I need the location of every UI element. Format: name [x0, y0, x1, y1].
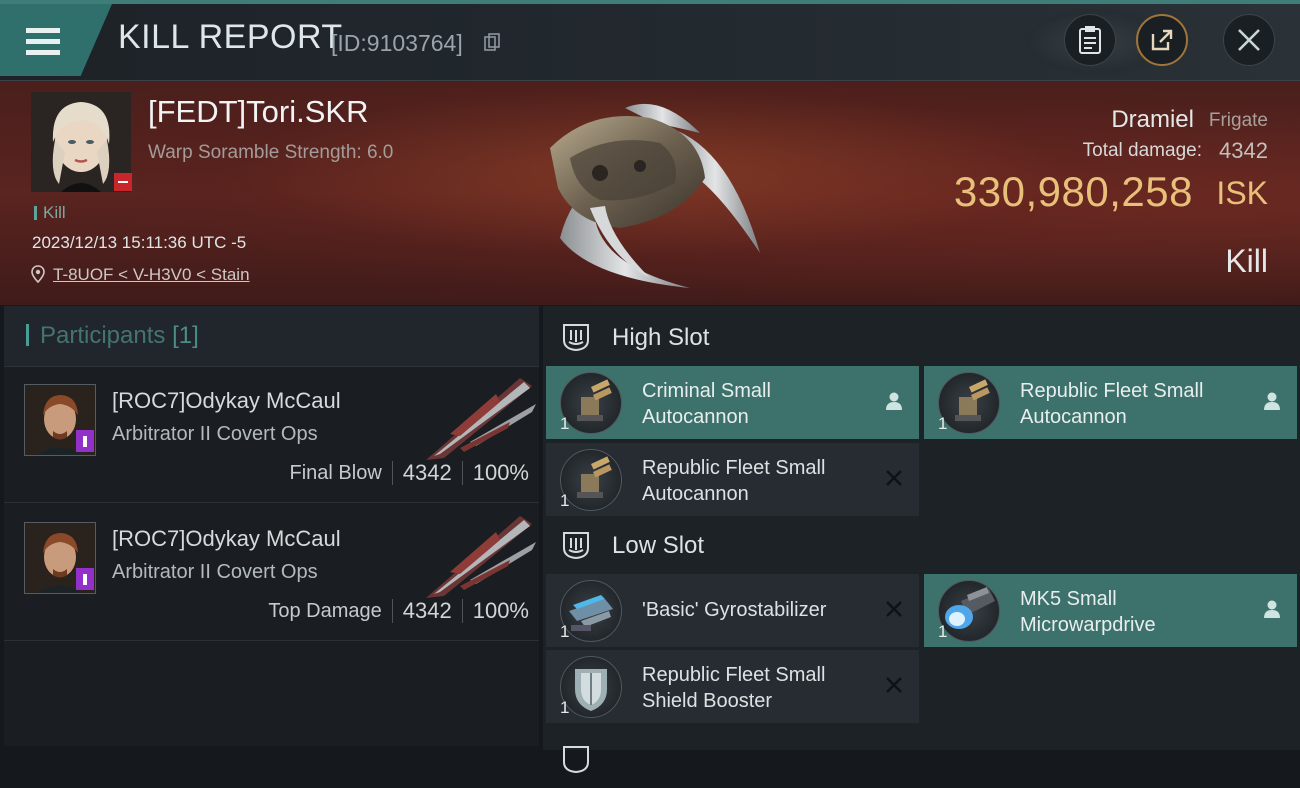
module-slot[interactable]: 1 Republic Fleet Small Autocannon [924, 366, 1297, 439]
module-quantity: 1 [560, 698, 570, 717]
hostile-badge [114, 173, 132, 191]
copy-icon[interactable] [484, 33, 500, 51]
participant-label: Final Blow [289, 461, 382, 484]
hamburger-icon [26, 28, 60, 56]
module-quantity: 1 [938, 622, 948, 641]
destroyed-x-icon [886, 470, 902, 486]
victim-ship-name[interactable]: Dramiel [1111, 106, 1194, 134]
participants-header-bar [26, 324, 29, 346]
mid-slot-header [543, 730, 1300, 788]
page-title: KILL REPORT [118, 18, 343, 56]
faction-badge [76, 568, 94, 590]
location-pin-icon [31, 265, 45, 283]
destroyed-x-icon [886, 677, 902, 693]
share-icon [1151, 29, 1173, 51]
module-quantity: 1 [560, 491, 570, 510]
kill-location-link[interactable]: T-8UOF < V-H3V0 < Stain [53, 265, 250, 285]
participant-stats: Top Damage 4342 100% [268, 598, 529, 624]
participants-panel: Participants [1] [ROC7]Odykay McCaul Arb… [4, 306, 539, 746]
kill-id: [ID:9103764] [331, 30, 463, 56]
fitting-panel: High Slot 1 Criminal Small Autocannon 1 … [543, 306, 1300, 774]
isk-unit: ISK [1216, 175, 1268, 211]
participant-ship-image [426, 378, 536, 460]
menu-button[interactable] [0, 4, 112, 76]
high-slot-header: High Slot [543, 308, 1300, 366]
module-name: Republic Fleet Small Autocannon [642, 455, 872, 507]
kill-tag: Kill [34, 203, 66, 223]
stat-divider [461, 599, 463, 623]
module-name-line2: Autocannon [642, 483, 749, 505]
module-quantity: 1 [560, 414, 570, 433]
participant-percent: 100% [472, 598, 529, 623]
module-slot[interactable]: 1 Criminal Small Autocannon [546, 366, 919, 439]
victim-ship-image[interactable] [530, 88, 780, 293]
isk-value: 330,980,258 [953, 168, 1193, 215]
participants-header: Participants [1] [4, 306, 539, 367]
participant-ship-image [426, 516, 536, 598]
victim-name[interactable]: [FEDT]Tori.SKR [148, 94, 368, 130]
module-name-line1: MK5 Small [1020, 588, 1117, 610]
mid-slot-icon [563, 746, 589, 774]
close-button[interactable] [1223, 14, 1275, 66]
low-slot-header: Low Slot [543, 516, 1300, 574]
module-name: Republic Fleet Small Autocannon [1020, 378, 1250, 430]
module-slot[interactable]: 1 Republic Fleet Small Autocannon [546, 443, 919, 516]
participants-count: [1] [172, 322, 199, 349]
dropped-person-icon [1264, 600, 1280, 618]
participant-name[interactable]: [ROC7]Odykay McCaul [112, 388, 341, 414]
participant-damage: 4342 [402, 460, 452, 485]
warp-scramble-strength: Warp Soramble Strength: 6.0 [148, 142, 394, 163]
participant-row[interactable]: [ROC7]Odykay McCaul Arbitrator II Covert… [4, 504, 539, 641]
module-quantity: 1 [560, 622, 570, 641]
header-bar: KILL REPORT [ID:9103764] [0, 0, 1300, 81]
total-damage-value: 4342 [1219, 138, 1268, 163]
module-quantity: 1 [938, 414, 948, 433]
module-slot[interactable]: 1 'Basic' Gyrostabilizer [546, 574, 919, 647]
module-name-line1: Republic Fleet Small [642, 457, 826, 479]
dropped-person-icon [886, 392, 902, 410]
participants-title: Participants [1] [40, 322, 199, 350]
high-slot-title: High Slot [612, 324, 710, 351]
participant-ship[interactable]: Arbitrator II Covert Ops [112, 561, 318, 584]
participant-percent: 100% [472, 460, 529, 485]
module-slot[interactable]: 1 Republic Fleet Small Shield Booster [546, 650, 919, 723]
stat-divider [391, 461, 393, 485]
module-name-line1: Republic Fleet Small [1020, 380, 1204, 402]
stat-divider [391, 599, 393, 623]
kill-result: Kill [1225, 243, 1268, 279]
module-name: 'Basic' Gyrostabilizer [642, 597, 872, 623]
participant-row[interactable]: [ROC7]Odykay McCaul Arbitrator II Covert… [4, 366, 539, 503]
participant-stats: Final Blow 4342 100% [289, 460, 529, 486]
kill-timestamp: 2023/12/13 15:11:36 UTC -5 [32, 233, 247, 252]
dropped-person-icon [1264, 392, 1280, 410]
module-name: Republic Fleet Small Shield Booster [642, 662, 872, 714]
participant-damage: 4342 [402, 598, 452, 623]
module-name-line2: Autocannon [642, 406, 749, 428]
low-slot-icon [563, 532, 589, 560]
report-button[interactable] [1064, 14, 1116, 66]
participant-name[interactable]: [ROC7]Odykay McCaul [112, 526, 341, 552]
module-name-line1: Republic Fleet Small [642, 664, 826, 686]
module-name: Criminal Small Autocannon [642, 378, 872, 430]
high-slot-icon [563, 324, 589, 352]
module-name-line2: Autocannon [1020, 406, 1127, 428]
module-name-line1: Criminal Small [642, 380, 771, 402]
total-damage-label: Total damage: [1082, 140, 1202, 161]
close-icon [1238, 29, 1260, 51]
destroyed-x-icon [886, 601, 902, 617]
participants-title-text: Participants [40, 322, 166, 349]
stat-divider [461, 461, 463, 485]
low-slot-title: Low Slot [612, 532, 705, 559]
module-name-line2: Shield Booster [642, 690, 773, 712]
share-button[interactable] [1136, 14, 1188, 66]
module-name-line1: 'Basic' Gyrostabilizer [642, 599, 827, 621]
module-slot[interactable]: 1 MK5 Small Microwarpdrive [924, 574, 1297, 647]
clipboard-icon [1079, 26, 1101, 54]
participant-ship[interactable]: Arbitrator II Covert Ops [112, 423, 318, 446]
module-name-line2: Microwarpdrive [1020, 614, 1156, 636]
victim-ship-class: Frigate [1208, 110, 1268, 131]
module-name: MK5 Small Microwarpdrive [1020, 586, 1250, 638]
faction-badge [76, 430, 94, 452]
participant-label: Top Damage [268, 599, 382, 622]
